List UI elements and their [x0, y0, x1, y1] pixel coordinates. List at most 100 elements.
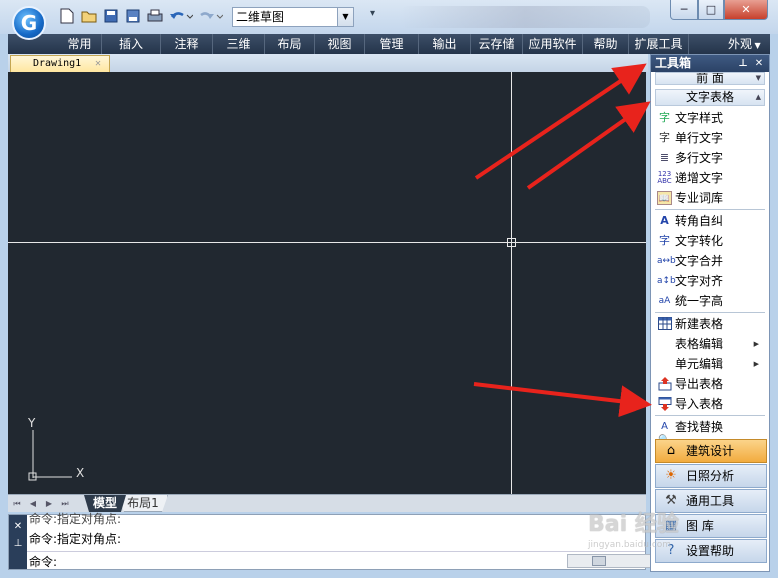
first-tab-icon[interactable]: ⏮	[10, 498, 24, 510]
tool-text-convert[interactable]: 字 文字转化	[655, 231, 767, 251]
menu-item-apps[interactable]: 应用软件	[523, 34, 583, 54]
tool-label: 文字合并	[675, 254, 724, 268]
menu-item-view[interactable]: 视图	[315, 34, 365, 54]
x-axis-label: X	[76, 466, 85, 480]
single-line-text-icon: 字	[659, 131, 670, 144]
tool-text-style[interactable]: 字 文字样式	[655, 108, 767, 128]
tool-label: 文字对齐	[675, 274, 724, 288]
tool-single-line-text[interactable]: 字 单行文字	[655, 128, 767, 148]
import-table-icon	[657, 397, 672, 411]
menu-item-insert[interactable]: 插入	[102, 34, 161, 54]
command-input[interactable]: 命令:	[27, 551, 663, 569]
pin-icon[interactable]: ⊥	[9, 538, 27, 549]
tool-multiline-text[interactable]: ≣ 多行文字	[655, 148, 767, 168]
tab-drawing1[interactable]: Drawing1 ✕	[10, 55, 110, 72]
multiline-text-icon: ≣	[659, 151, 670, 164]
redo-icon[interactable]	[198, 7, 224, 25]
command-history-line: 命令:指定对角点:	[29, 532, 122, 546]
house-icon: ⌂	[666, 443, 676, 458]
separator	[655, 415, 765, 416]
close-icon[interactable]: ✕	[95, 56, 101, 72]
undo-icon[interactable]	[168, 7, 194, 25]
text-align-icon: a↕b	[657, 276, 676, 286]
command-prompt: 命令:	[29, 555, 58, 569]
tool-label: 文字转化	[675, 234, 724, 248]
pin-icon[interactable]: ⊥	[737, 55, 749, 72]
minimize-button[interactable]: ─	[670, 0, 698, 20]
open-folder-icon[interactable]	[80, 7, 98, 25]
tool-cell-edit[interactable]: 单元编辑 ▶	[655, 354, 767, 374]
tool-table-edit[interactable]: 表格编辑 ▶	[655, 334, 767, 354]
find-replace-icon: A🔍	[658, 421, 670, 446]
chevron-down-icon: ▼	[752, 41, 761, 50]
angle-correct-icon: A	[660, 214, 669, 227]
last-tab-icon[interactable]: ⏭	[58, 498, 72, 510]
increment-text-icon: 123 ABC	[657, 170, 672, 185]
tool-increment-text[interactable]: 123 ABC 递增文字	[655, 168, 767, 188]
save-as-icon[interactable]	[124, 7, 142, 25]
crosshair-vertical	[511, 72, 512, 494]
customize-toolbar-icon[interactable]: ▾	[370, 8, 380, 26]
export-table-icon	[657, 377, 672, 391]
new-file-icon[interactable]	[58, 7, 76, 25]
crosshair-horizontal	[8, 242, 646, 243]
category-label: 文字表格	[685, 90, 734, 104]
drawing-canvas[interactable]: Y X	[8, 72, 646, 494]
print-icon[interactable]	[146, 7, 164, 25]
button-label: 建筑设计	[686, 444, 735, 458]
text-style-icon: 字	[659, 111, 670, 124]
save-icon[interactable]	[102, 7, 120, 25]
next-tab-icon[interactable]: ▶	[42, 498, 56, 510]
tab-model[interactable]: 模型	[84, 495, 126, 512]
tab-layout1[interactable]: 布局1	[118, 495, 168, 512]
tool-label: 单元编辑	[675, 357, 724, 371]
close-icon[interactable]: ✕	[9, 521, 27, 532]
category-front[interactable]: 前 面 ▼	[655, 72, 765, 85]
prev-tab-icon[interactable]: ◀	[26, 498, 40, 510]
appearance-label: 外观	[728, 37, 753, 51]
app-logo[interactable]: G	[12, 6, 46, 40]
button-architecture-design[interactable]: ⌂ 建筑设计	[655, 439, 767, 463]
button-sunlight-analysis[interactable]: ☀ 日照分析	[655, 464, 767, 488]
tool-export-table[interactable]: 导出表格	[655, 374, 767, 394]
toolbox-title: 工具箱	[655, 56, 692, 70]
menu-item-output[interactable]: 输出	[419, 34, 471, 54]
tool-dictionary[interactable]: 📖 专业词库	[655, 188, 767, 208]
tool-label: 转角自纠	[675, 214, 724, 228]
separator	[655, 209, 765, 210]
tool-label: 文字样式	[675, 111, 724, 125]
command-window-handle[interactable]: ✕ ⊥	[9, 515, 27, 569]
menu-item-manage[interactable]: 管理	[365, 34, 419, 54]
menu-item-layout[interactable]: 布局	[265, 34, 315, 54]
category-text-table[interactable]: 文字表格 ▲	[655, 89, 765, 106]
menu-item-extensions[interactable]: 扩展工具	[629, 34, 689, 54]
tool-new-table[interactable]: 新建表格	[655, 314, 767, 334]
chevron-down-icon: ▼	[755, 74, 761, 82]
baidu-watermark: Bai 经验 jingyan.baidu.com	[588, 506, 748, 568]
menu-item-annotate[interactable]: 注释	[161, 34, 213, 54]
chevron-right-icon: ▶	[753, 360, 759, 368]
menu-item-common[interactable]: 常用	[58, 34, 102, 54]
menu-item-3d[interactable]: 三维	[213, 34, 265, 54]
tool-text-align[interactable]: a↕b 文字对齐	[655, 271, 767, 291]
chevron-up-icon: ▲	[755, 93, 761, 101]
dictionary-icon: 📖	[657, 191, 672, 205]
watermark-text: Bai 经验	[588, 512, 679, 537]
toolbox-panel: 工具箱 ⊥ ✕ 前 面 ▼ 文字表格 ▲ 字 文字样式 字 单行文字 ≣ 多行文…	[650, 54, 770, 572]
tool-text-merge[interactable]: a↔b 文字合并	[655, 251, 767, 271]
maximize-button[interactable]: □	[698, 0, 724, 20]
document-tab-strip: Drawing1 ✕	[8, 54, 648, 72]
menu-item-cloud-storage[interactable]: 云存储	[471, 34, 523, 54]
appearance-menu[interactable]: 外观 ▼	[728, 34, 761, 54]
tool-angle-correct[interactable]: A 转角自纠	[655, 211, 767, 231]
workspace-select[interactable]: 二维草图 ▼	[232, 7, 354, 27]
tool-text-height[interactable]: aA 统一字高	[655, 291, 767, 311]
close-icon[interactable]: ✕	[753, 55, 765, 72]
y-axis-label: Y	[28, 416, 36, 430]
chevron-down-icon[interactable]: ▼	[337, 8, 353, 26]
toolbox-header[interactable]: 工具箱 ⊥ ✕	[651, 55, 769, 72]
close-button[interactable]: ✕	[724, 0, 768, 20]
tool-find-replace[interactable]: A🔍 查找替换	[655, 417, 767, 446]
menu-item-help[interactable]: 帮助	[583, 34, 629, 54]
tool-import-table[interactable]: 导入表格	[655, 394, 767, 414]
